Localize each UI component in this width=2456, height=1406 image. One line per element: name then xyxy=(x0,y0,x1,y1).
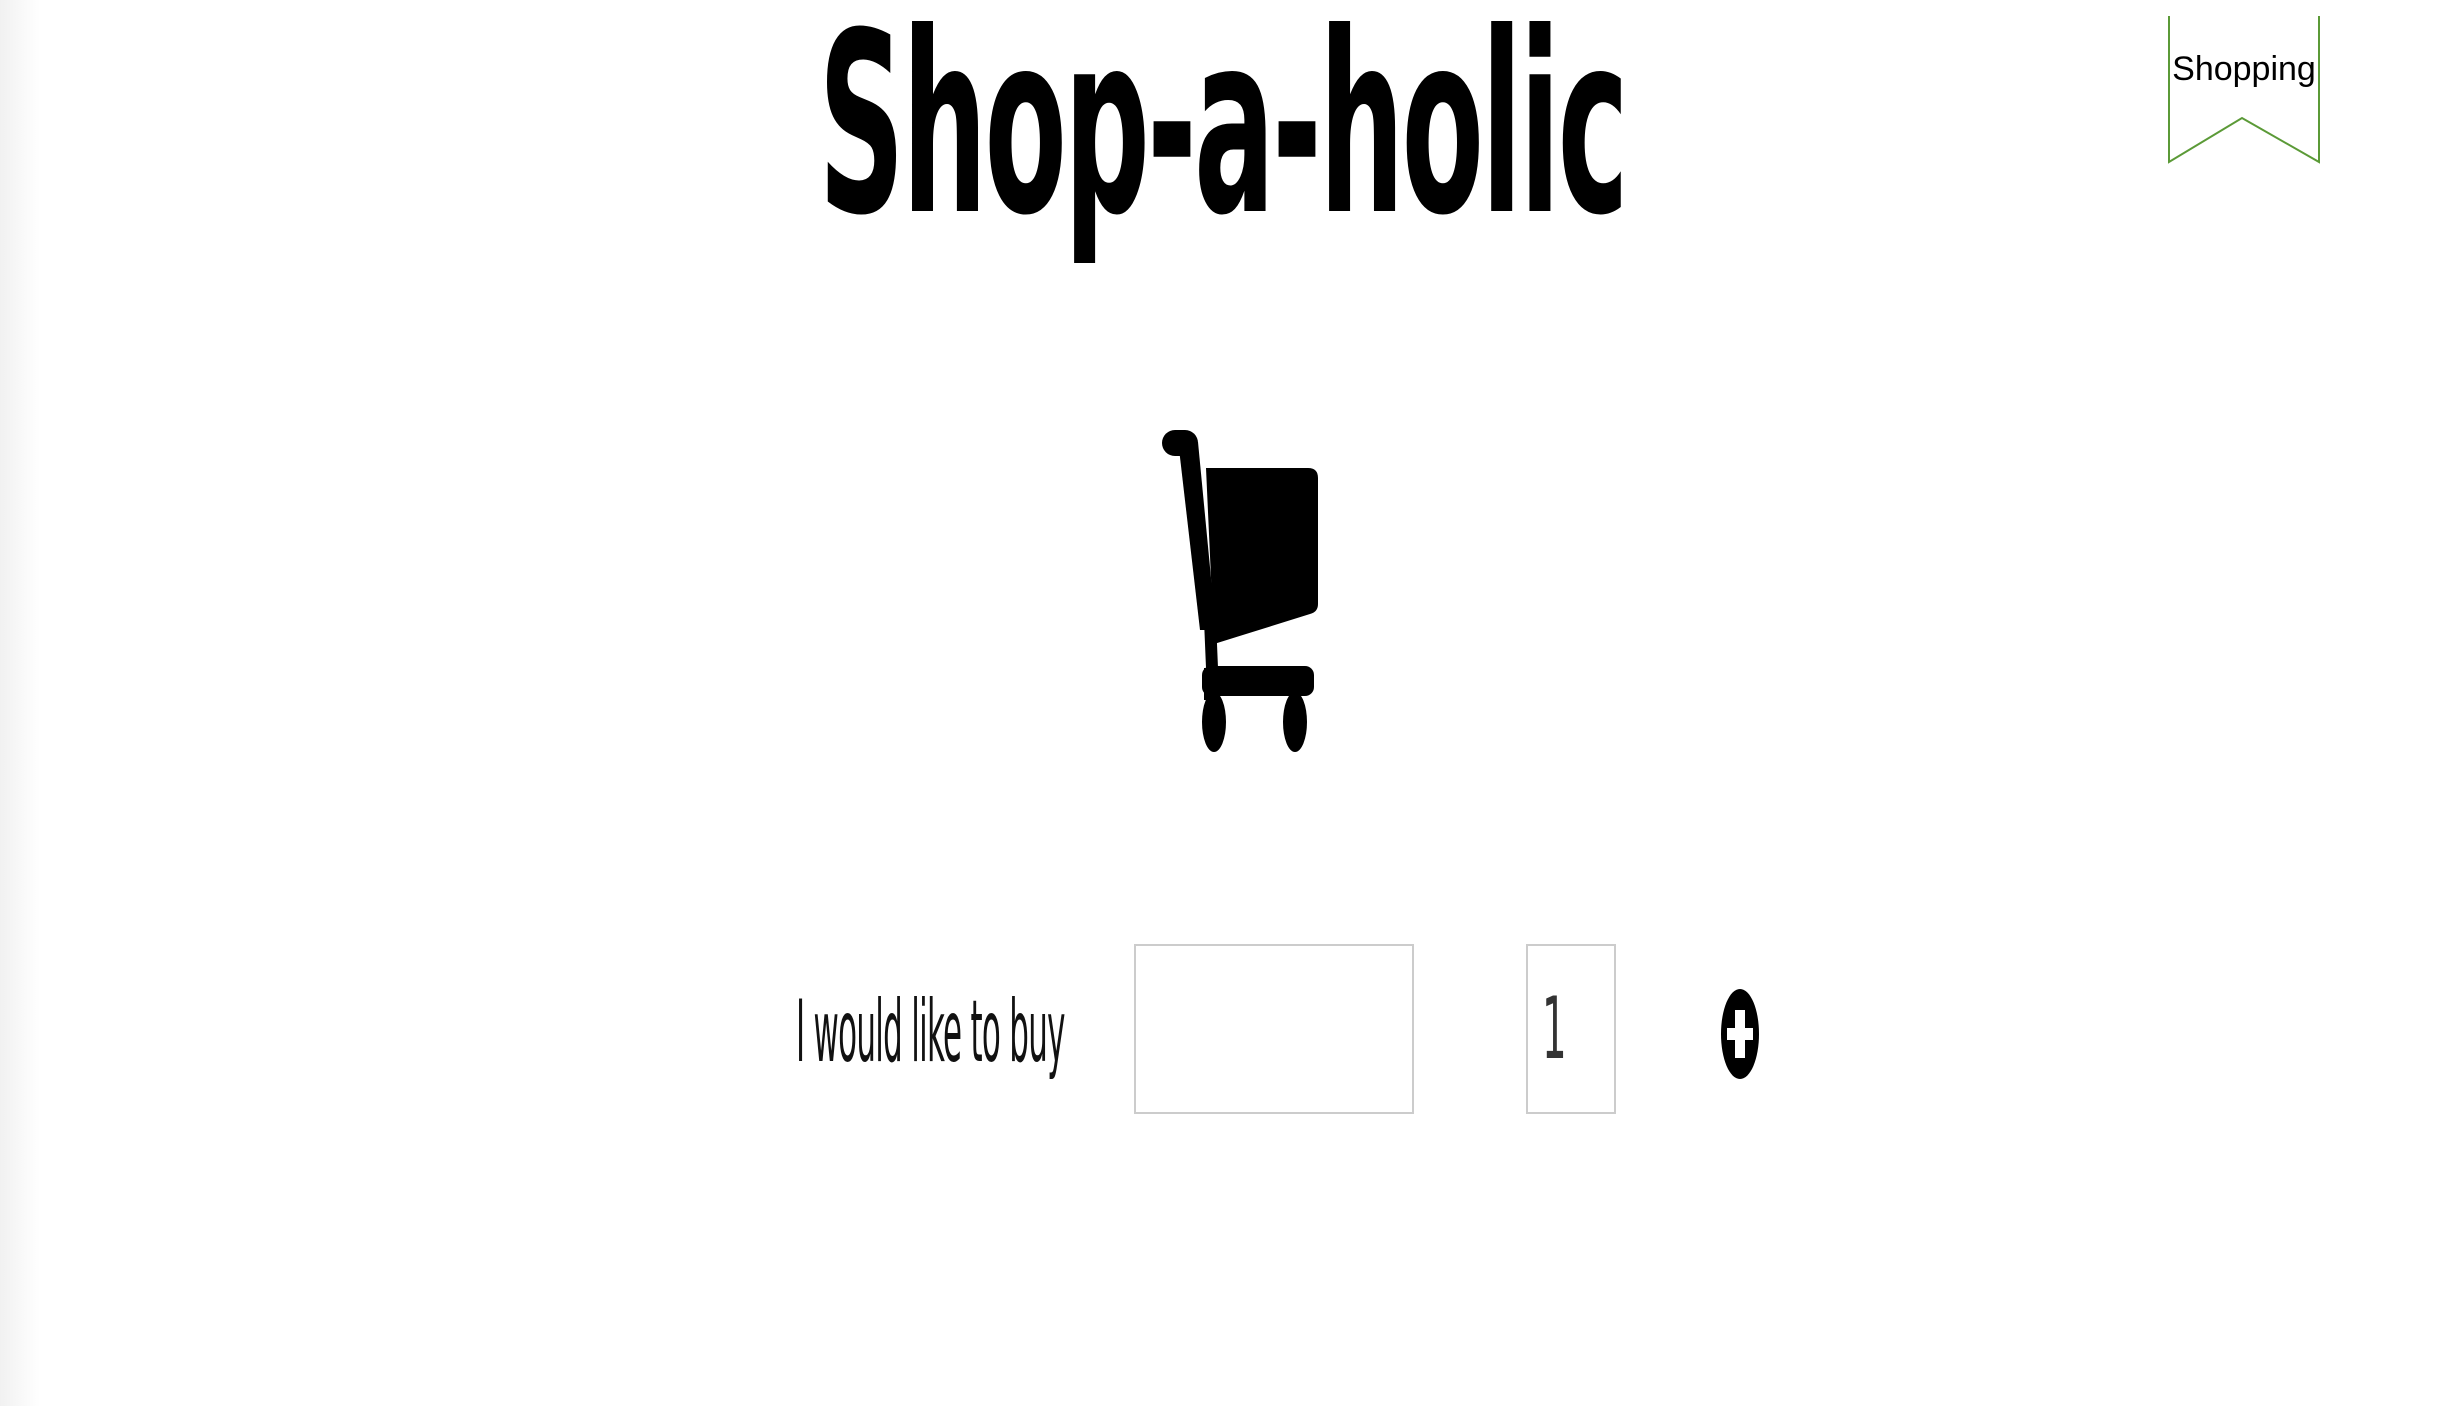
buy-label: I would like to buy xyxy=(796,944,1065,1120)
page-title-text: Shop-a-holic xyxy=(818,0,1628,270)
ribbon-label: Shopping xyxy=(2172,50,2316,88)
shopping-cart-icon xyxy=(1140,430,1340,780)
page-title: Shop-a-holic xyxy=(0,0,2456,250)
add-item-button[interactable] xyxy=(1720,988,1760,1080)
item-input[interactable] xyxy=(1134,944,1414,1114)
quantity-input[interactable]: 1 xyxy=(1526,944,1616,1114)
buy-label-text: I would like to buy xyxy=(796,982,1065,1082)
ribbon-shape xyxy=(2168,16,2320,164)
buy-form-row: I would like to buy 1 xyxy=(0,944,2456,1120)
shopping-ribbon-tab[interactable]: Shopping xyxy=(2168,16,2320,164)
quantity-value-text: 1 xyxy=(1542,979,1567,1079)
quantity-value: 1 xyxy=(1542,946,1597,1112)
plus-circle-icon xyxy=(1721,989,1759,1079)
